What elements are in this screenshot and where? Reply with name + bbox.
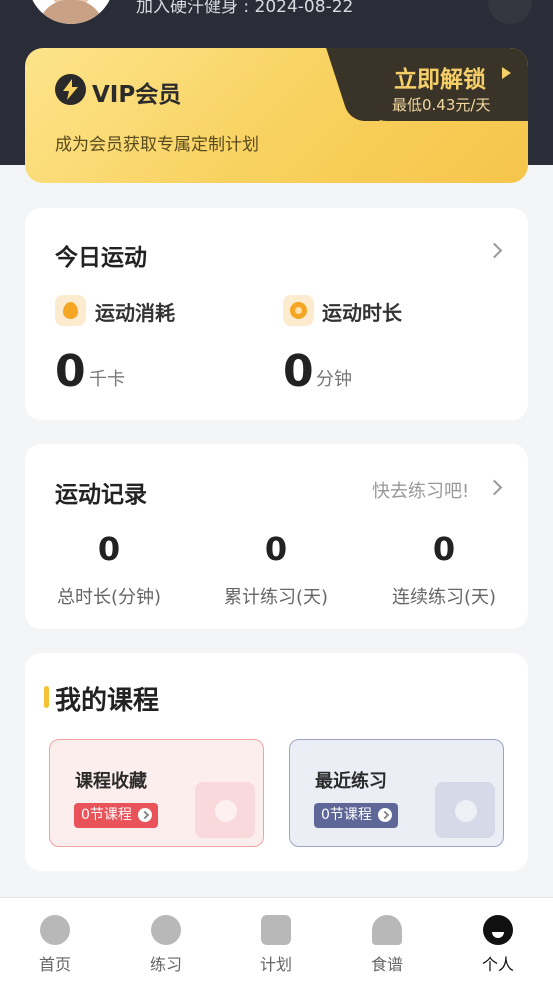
total-minutes-value: 0 [97, 530, 121, 568]
stopwatch-icon [283, 295, 314, 326]
calories-label: 运动消耗 [95, 301, 175, 325]
header-decoration [488, 0, 532, 24]
courses-title: 我的课程 [55, 686, 160, 716]
tab-plan[interactable]: 计划 [221, 898, 331, 983]
records-title: 运动记录 [55, 482, 147, 508]
chevron-right-icon [486, 479, 503, 496]
favorites-count-pill[interactable]: 0节课程 [74, 803, 158, 828]
recent-title: 最近练习 [315, 771, 387, 792]
cloche-icon [372, 915, 402, 945]
tab-home[interactable]: 首页 [0, 898, 110, 983]
tab-recipes[interactable]: 食谱 [332, 898, 442, 983]
bottom-tab-bar: 首页 练习 计划 食谱 个人 [0, 897, 553, 983]
today-exercise-card[interactable]: 今日运动 运动消耗 0 千卡 运动时长 0 分钟 [25, 208, 528, 420]
tab-profile[interactable]: 个人 [443, 898, 553, 983]
arrow-right-circle-icon [137, 808, 152, 822]
tab-label: 个人 [481, 955, 514, 974]
vip-subtitle: 成为会员获取专属定制计划 [55, 135, 259, 155]
today-title: 今日运动 [55, 245, 147, 271]
tab-label: 练习 [149, 955, 182, 974]
tab-label: 食谱 [370, 955, 403, 974]
streak-days-label: 连续练习(天) [391, 587, 497, 608]
tab-label: 计划 [259, 955, 292, 974]
play-arrow-icon [502, 67, 511, 79]
chevron-right-icon [486, 242, 503, 259]
recent-count: 0节课程 [321, 807, 372, 823]
favorites-count: 0节课程 [81, 807, 132, 823]
duration-value: 0 [283, 346, 314, 397]
recent-count-pill[interactable]: 0节课程 [314, 803, 398, 828]
course-favorites[interactable]: 课程收藏 0节课程 [49, 739, 264, 847]
streak-days-value: 0 [432, 530, 456, 568]
tab-label: 首页 [38, 955, 71, 974]
calendar-icon [261, 915, 291, 945]
my-courses-card: 我的课程 课程收藏 0节课程 最近练习 0节课程 [25, 653, 528, 871]
lightning-icon [55, 74, 86, 105]
clock-folder-icon [435, 782, 495, 838]
calories-unit: 千卡 [89, 369, 125, 390]
favorites-title: 课程收藏 [75, 771, 147, 792]
unlock-label: 立即解锁 [394, 67, 486, 93]
course-recent[interactable]: 最近练习 0节课程 [289, 739, 504, 847]
duration-unit: 分钟 [316, 369, 352, 390]
unlock-price: 最低0.43元/天 [392, 96, 491, 114]
heart-folder-icon [195, 782, 255, 838]
avatar[interactable] [28, 0, 114, 24]
join-date: 加入硬汗健身 : 2024-08-22 [136, 0, 354, 17]
calories-value: 0 [55, 346, 86, 397]
total-days-label: 累计练习(天) [223, 587, 329, 608]
stopwatch-icon [151, 915, 181, 945]
records-hint: 快去练习吧! [372, 481, 470, 502]
avatar-shirt [38, 0, 104, 24]
vip-title: VIP会员 [92, 82, 182, 108]
vip-card[interactable]: VIP会员 成为会员获取专属定制计划 立即解锁 最低0.43元/天 [25, 48, 528, 183]
duration-label: 运动时长 [322, 301, 402, 325]
tab-practice[interactable]: 练习 [111, 898, 221, 983]
total-days-value: 0 [264, 530, 288, 568]
total-minutes-label: 总时长(分钟) [56, 587, 162, 608]
flame-icon [55, 295, 86, 326]
profile-icon [483, 915, 513, 945]
section-accent-bar [44, 686, 49, 708]
pulse-icon [40, 915, 70, 945]
arrow-right-circle-icon [377, 808, 392, 822]
exercise-record-card[interactable]: 运动记录 快去练习吧! 0 总时长(分钟) 0 累计练习(天) 0 连续练习(天… [25, 444, 528, 629]
unlock-button[interactable]: 立即解锁 最低0.43元/天 [352, 48, 528, 121]
